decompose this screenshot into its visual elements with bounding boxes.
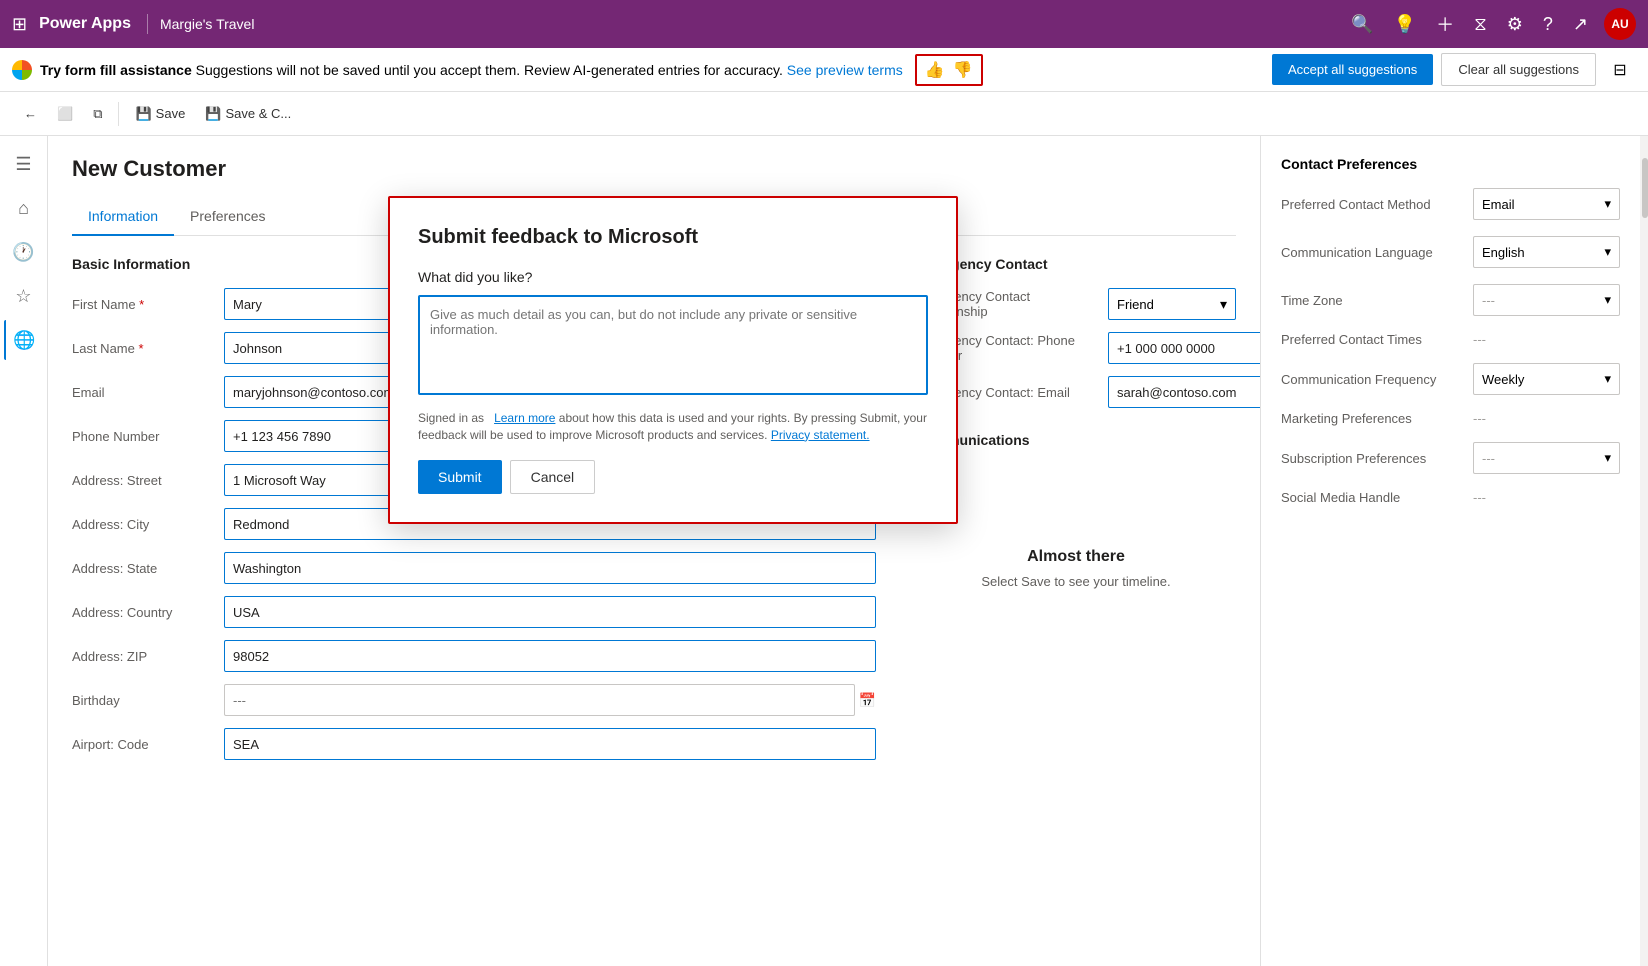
- suggestion-bar: Try form fill assistance Suggestions wil…: [0, 48, 1648, 92]
- pref-row-contact-times: Preferred Contact Times ---: [1281, 332, 1620, 347]
- copilot-icon: [12, 60, 32, 80]
- search-icon[interactable]: 🔍: [1347, 10, 1377, 39]
- pref-select-language[interactable]: English ▾: [1473, 236, 1620, 268]
- pref-row-subscription: Subscription Preferences --- ▾: [1281, 442, 1620, 474]
- pref-label-timezone: Time Zone: [1281, 293, 1461, 308]
- modal-actions: Submit Cancel: [418, 460, 928, 494]
- pref-label-social: Social Media Handle: [1281, 490, 1461, 505]
- pref-value-social: ---: [1473, 490, 1486, 505]
- top-nav: ⊞ Power Apps Margie's Travel 🔍 💡 ＋ ⧖ ⚙ ?…: [0, 0, 1648, 48]
- pref-row-marketing: Marketing Preferences ---: [1281, 411, 1620, 426]
- app-name: Power Apps: [39, 15, 131, 33]
- chevron-down-icon-lang: ▾: [1604, 244, 1611, 260]
- lightbulb-icon[interactable]: 💡: [1390, 10, 1420, 39]
- save-close-icon: 💾: [205, 106, 221, 122]
- modal-footer-text: Signed in as Learn more about how this d…: [418, 410, 928, 444]
- suggestion-text: Suggestions will not be saved until you …: [196, 62, 787, 78]
- env-name: Margie's Travel: [160, 16, 254, 32]
- modal-subtitle: What did you like?: [418, 269, 928, 285]
- back-icon: ←: [24, 106, 37, 121]
- feedback-modal: Submit feedback to Microsoft What did yo…: [388, 196, 958, 524]
- thumbs-up-button[interactable]: 👍: [923, 58, 947, 82]
- sidebar-icon-star[interactable]: ☆: [4, 276, 44, 316]
- content-area: New Customer Information Preferences Bas…: [48, 136, 1260, 966]
- chevron-down-icon: ▾: [1604, 196, 1611, 212]
- right-panel: Contact Preferences Preferred Contact Me…: [1260, 136, 1640, 966]
- pref-row-social: Social Media Handle ---: [1281, 490, 1620, 505]
- frame-icon: ⬜: [57, 106, 73, 122]
- clear-all-button[interactable]: Clear all suggestions: [1441, 53, 1596, 86]
- learn-more-link[interactable]: Learn more: [494, 411, 555, 425]
- sidebar-icon-recent[interactable]: 🕐: [4, 232, 44, 272]
- left-sidebar: ☰ ⌂ 🕐 ☆ 🌐: [0, 136, 48, 966]
- modal-textarea[interactable]: [418, 295, 928, 395]
- pref-label-frequency: Communication Frequency: [1281, 372, 1461, 387]
- privacy-link[interactable]: Privacy statement.: [771, 428, 870, 442]
- save-close-button[interactable]: 💾 Save & C...: [197, 100, 299, 128]
- add-icon[interactable]: ＋: [1432, 7, 1458, 41]
- feedback-thumbs-box: 👍 👎: [915, 54, 983, 86]
- sidebar-icon-nav[interactable]: ⌂: [4, 188, 44, 228]
- toolbar: ← ⬜ ⧉ 💾 Save 💾 Save & C...: [0, 92, 1648, 136]
- pref-select-frequency[interactable]: Weekly ▾: [1473, 363, 1620, 395]
- settings-icon[interactable]: ⚙: [1503, 10, 1527, 39]
- filter-icon[interactable]: ⧖: [1470, 10, 1491, 39]
- waffle-icon[interactable]: ⊞: [12, 14, 27, 35]
- pref-value-marketing: ---: [1473, 411, 1486, 426]
- save-button[interactable]: 💾 Save: [127, 100, 193, 128]
- chevron-down-icon-sub: ▾: [1604, 450, 1611, 466]
- contact-preferences-title: Contact Preferences: [1281, 156, 1620, 172]
- nav-separator: [147, 14, 148, 34]
- pref-label-contact-times: Preferred Contact Times: [1281, 332, 1461, 347]
- pref-select-subscription[interactable]: --- ▾: [1473, 442, 1620, 474]
- chevron-down-icon-tz: ▾: [1604, 292, 1611, 308]
- scrollbar-thumb: [1642, 158, 1648, 218]
- pref-row-contact-method: Preferred Contact Method Email ▾: [1281, 188, 1620, 220]
- thumbs-down-button[interactable]: 👎: [951, 58, 975, 82]
- suggestion-bold-label: Try form fill assistance: [40, 62, 192, 78]
- copy-button[interactable]: ⧉: [85, 100, 110, 128]
- cancel-button[interactable]: Cancel: [510, 460, 596, 494]
- copy-icon: ⧉: [93, 106, 102, 122]
- pref-select-contact-method[interactable]: Email ▾: [1473, 188, 1620, 220]
- submit-button[interactable]: Submit: [418, 460, 502, 494]
- save-icon: 💾: [135, 106, 151, 122]
- pref-label-subscription: Subscription Preferences: [1281, 451, 1461, 466]
- main-layout: ☰ ⌂ 🕐 ☆ 🌐 New Customer Information Prefe…: [0, 136, 1648, 966]
- pref-select-timezone[interactable]: --- ▾: [1473, 284, 1620, 316]
- signed-in-text: Signed in as: [418, 411, 484, 425]
- frame-button[interactable]: ⬜: [49, 100, 81, 128]
- pref-value-contact-times: ---: [1473, 332, 1486, 347]
- save-label: Save: [156, 106, 186, 121]
- feedback-icon[interactable]: ↗: [1569, 10, 1592, 39]
- chevron-down-icon-freq: ▾: [1604, 371, 1611, 387]
- save-close-label: Save & C...: [226, 106, 292, 121]
- sidebar-icon-home[interactable]: ☰: [4, 144, 44, 184]
- modal-overlay: Submit feedback to Microsoft What did yo…: [48, 136, 1260, 966]
- accept-all-button[interactable]: Accept all suggestions: [1272, 54, 1433, 85]
- pref-label-contact-method: Preferred Contact Method: [1281, 197, 1461, 212]
- sidebar-icon-globe[interactable]: 🌐: [4, 320, 44, 360]
- panel-toggle-icon[interactable]: ⊟: [1604, 54, 1636, 86]
- pref-row-timezone: Time Zone --- ▾: [1281, 284, 1620, 316]
- help-icon[interactable]: ?: [1539, 10, 1557, 39]
- modal-title: Submit feedback to Microsoft: [418, 226, 928, 249]
- pref-row-language: Communication Language English ▾: [1281, 236, 1620, 268]
- back-button[interactable]: ←: [16, 100, 45, 127]
- pref-row-frequency: Communication Frequency Weekly ▾: [1281, 363, 1620, 395]
- preview-terms-link[interactable]: See preview terms: [787, 62, 903, 78]
- suggestion-label: Try form fill assistance Suggestions wil…: [40, 62, 903, 78]
- pref-label-language: Communication Language: [1281, 245, 1461, 260]
- right-scrollbar[interactable]: [1640, 136, 1648, 966]
- avatar[interactable]: AU: [1604, 8, 1636, 40]
- toolbar-separator: [118, 102, 119, 126]
- pref-label-marketing: Marketing Preferences: [1281, 411, 1461, 426]
